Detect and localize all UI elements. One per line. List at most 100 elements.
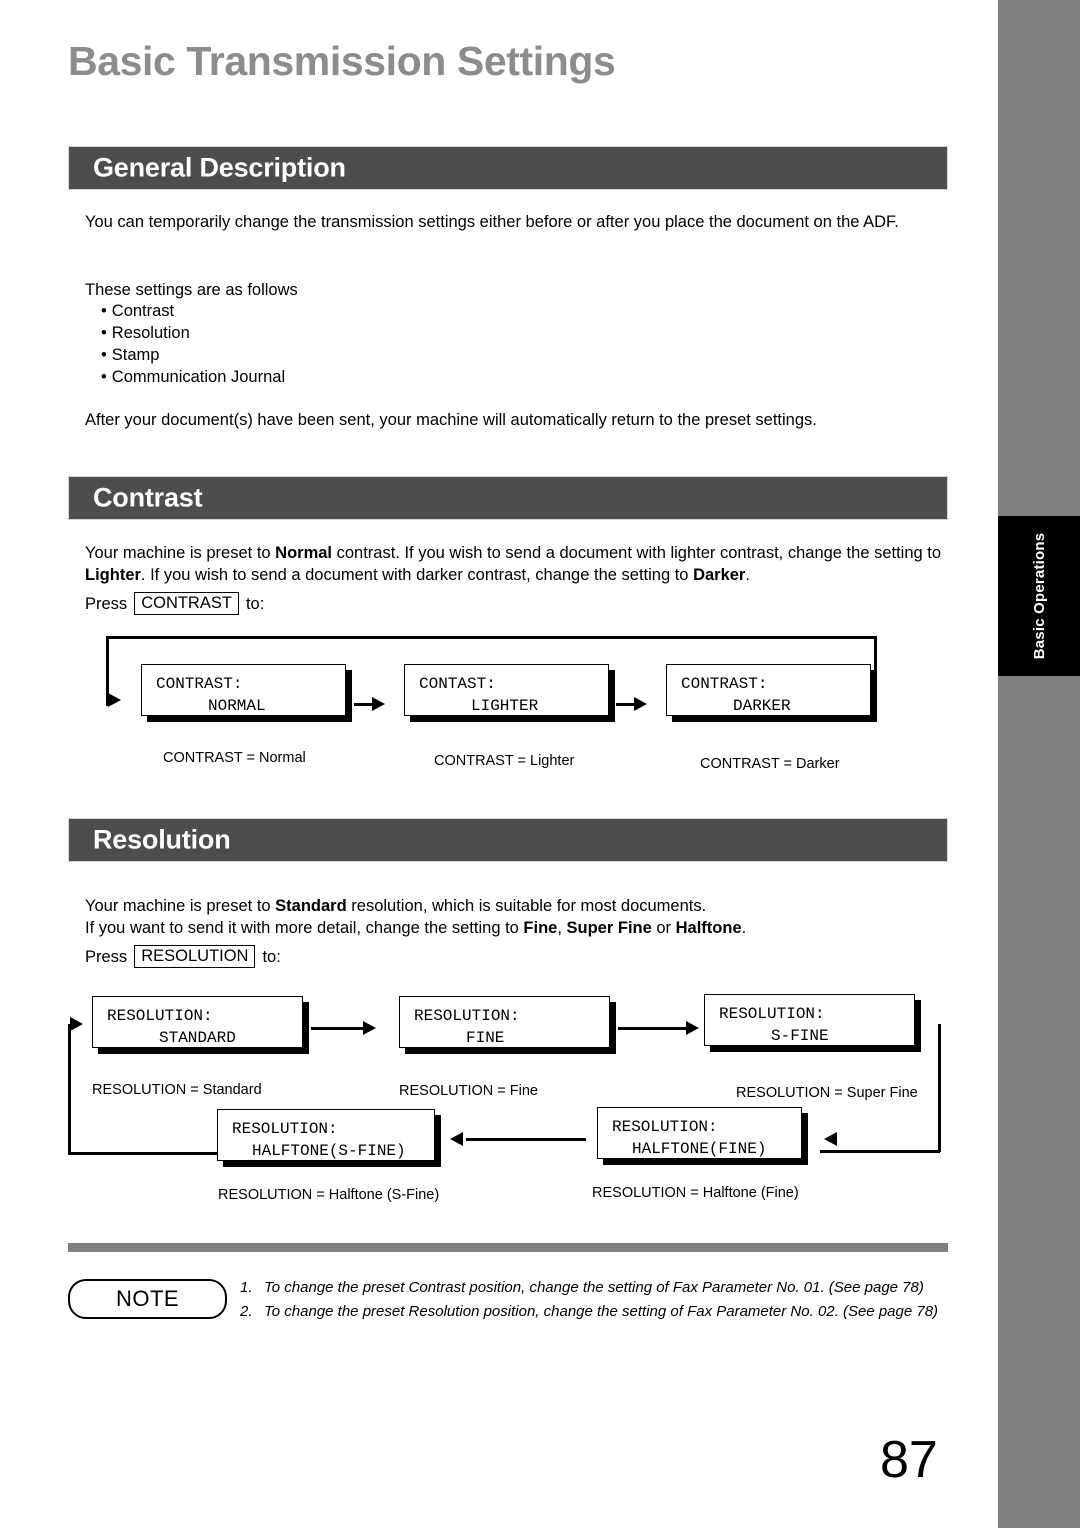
lcd-line-2: LIGHTER bbox=[471, 697, 539, 715]
resolution-press-instruction: Press RESOLUTION to: bbox=[85, 945, 281, 968]
lcd-line-2: S-FINE bbox=[771, 1027, 829, 1045]
resolution-intro-halftone: Halftone bbox=[675, 919, 742, 937]
caption-resolution-halftone-sfine: RESOLUTION = Halftone (S-Fine) bbox=[218, 1187, 440, 1203]
general-description-paragraph-2: These settings are as follows bbox=[85, 281, 298, 299]
side-tab-label: Basic Operations bbox=[1030, 532, 1048, 660]
arrowhead-standard-to-fine bbox=[363, 1021, 376, 1035]
caption-resolution-halftone-fine: RESOLUTION = Halftone (Fine) bbox=[592, 1185, 799, 1201]
section-title-contrast: Contrast bbox=[93, 482, 203, 513]
note-item-number: 1. bbox=[240, 1279, 253, 1296]
caption-resolution-standard: RESOLUTION = Standard bbox=[92, 1082, 262, 1098]
lcd-line-1: RESOLUTION: bbox=[414, 1007, 520, 1025]
lcd-line-2: DARKER bbox=[733, 697, 791, 715]
resolution-flow-diagram: RESOLUTION: STANDARD RESOLUTION = Standa… bbox=[0, 982, 1000, 1212]
connector-lighter-to-darker bbox=[616, 703, 636, 706]
contrast-intro-paragraph: Your machine is preset to Normal contras… bbox=[85, 542, 965, 586]
lcd-contrast-lighter: CONTAST: LIGHTER bbox=[404, 664, 609, 716]
general-description-paragraph-3: After your document(s) have been sent, y… bbox=[85, 411, 817, 429]
contrast-intro-lighter: Lighter bbox=[85, 566, 141, 584]
resolution-intro-j: . bbox=[741, 919, 747, 937]
resolution-intro-a: Your machine is preset to bbox=[85, 897, 276, 915]
lcd-contrast-darker: CONTRAST: DARKER bbox=[666, 664, 871, 716]
resolution-intro-fine: Fine bbox=[523, 919, 558, 937]
page-number: 87 bbox=[880, 1431, 938, 1489]
lcd-resolution-standard: RESOLUTION: STANDARD bbox=[92, 996, 303, 1048]
page-title: Basic Transmission Settings bbox=[68, 38, 616, 84]
resolution-key-button[interactable]: RESOLUTION bbox=[134, 945, 256, 968]
page-edge-strip bbox=[998, 0, 1080, 1528]
lcd-line-1: RESOLUTION: bbox=[719, 1005, 825, 1023]
general-description-paragraph-1: You can temporarily change the transmiss… bbox=[85, 213, 899, 231]
loop-line-bottom-right bbox=[820, 1150, 940, 1153]
caption-resolution-super-fine: RESOLUTION = Super Fine bbox=[736, 1085, 918, 1101]
note-item: 1. To change the preset Contrast positio… bbox=[240, 1278, 952, 1298]
note-item-text: To change the preset Resolution position… bbox=[264, 1303, 939, 1320]
lcd-resolution-halftone-fine: RESOLUTION: HALFTONE(FINE) bbox=[597, 1107, 802, 1159]
note-badge: NOTE bbox=[68, 1279, 227, 1319]
connector-halftonefine-to-halftonesfine bbox=[466, 1138, 586, 1141]
note-list: 1. To change the preset Contrast positio… bbox=[240, 1278, 952, 1326]
press-prefix-label: Press bbox=[85, 594, 128, 613]
note-item-text: To change the preset Contrast position, … bbox=[264, 1279, 924, 1296]
contrast-intro-g: . bbox=[745, 566, 750, 584]
lcd-line-1: RESOLUTION: bbox=[107, 1007, 213, 1025]
loop-line-right bbox=[938, 1024, 941, 1152]
resolution-intro-h: or bbox=[651, 919, 676, 937]
loop-line-right bbox=[874, 636, 877, 708]
contrast-key-button[interactable]: CONTRAST bbox=[134, 592, 239, 615]
note-item-number: 2. bbox=[240, 1303, 253, 1320]
general-description-bullet-list: Contrast Resolution Stamp Communication … bbox=[101, 300, 285, 388]
arrowhead-to-halftone-fine bbox=[824, 1132, 837, 1146]
list-item: Resolution bbox=[101, 322, 285, 344]
connector-fine-to-sfine bbox=[618, 1027, 688, 1030]
lcd-resolution-halftone-sfine: RESOLUTION: HALFTONE(S-FINE) bbox=[217, 1109, 435, 1161]
caption-contrast-lighter: CONTRAST = Lighter bbox=[434, 753, 575, 769]
loop-arrowhead-into-standard bbox=[70, 1017, 83, 1031]
resolution-intro-d: If you want to send it with more detail,… bbox=[85, 919, 524, 937]
loop-line-left bbox=[68, 1024, 71, 1154]
arrowhead-fine-to-sfine bbox=[686, 1021, 699, 1035]
press-suffix-label: to: bbox=[245, 594, 265, 613]
section-title-general-description: General Description bbox=[93, 152, 346, 183]
connector-standard-to-fine bbox=[311, 1027, 365, 1030]
press-prefix-label: Press bbox=[85, 947, 128, 966]
lcd-line-1: RESOLUTION: bbox=[612, 1118, 718, 1136]
arrowhead-to-halftone-sfine bbox=[450, 1132, 463, 1146]
lcd-resolution-fine: RESOLUTION: FINE bbox=[399, 996, 610, 1048]
section-header-contrast: Contrast bbox=[68, 476, 948, 520]
resolution-intro-paragraph: Your machine is preset to Standard resol… bbox=[85, 895, 965, 939]
lcd-line-1: CONTRAST: bbox=[156, 675, 243, 693]
loop-line-top bbox=[106, 636, 876, 639]
list-item: Communication Journal bbox=[101, 366, 285, 388]
list-item: Stamp bbox=[101, 344, 285, 366]
contrast-intro-c: contrast. If you wish to send a document… bbox=[332, 544, 942, 562]
resolution-intro-super-fine: Super Fine bbox=[566, 919, 652, 937]
lcd-line-2: HALFTONE(FINE) bbox=[632, 1140, 767, 1158]
contrast-intro-darker: Darker bbox=[693, 566, 746, 584]
contrast-intro-normal: Normal bbox=[275, 544, 333, 562]
resolution-intro-standard: Standard bbox=[275, 897, 347, 915]
contrast-intro-a: Your machine is preset to bbox=[85, 544, 276, 562]
lcd-line-1: CONTRAST: bbox=[681, 675, 768, 693]
contrast-press-instruction: Press CONTRAST to: bbox=[85, 592, 264, 615]
section-header-resolution: Resolution bbox=[68, 818, 948, 862]
resolution-intro-c: resolution, which is suitable for most d… bbox=[346, 897, 707, 915]
side-tab-basic-operations: Basic Operations bbox=[998, 516, 1080, 676]
list-item: Contrast bbox=[101, 300, 285, 322]
note-item: 2. To change the preset Resolution posit… bbox=[240, 1302, 952, 1322]
loop-arrowhead-into-first bbox=[108, 693, 121, 707]
lcd-line-1: RESOLUTION: bbox=[232, 1120, 338, 1138]
lcd-contrast-normal: CONTRAST: NORMAL bbox=[141, 664, 346, 716]
lcd-line-2: HALFTONE(S-FINE) bbox=[252, 1142, 406, 1160]
connector-normal-to-lighter bbox=[354, 703, 374, 706]
contrast-intro-e: . If you wish to send a document with da… bbox=[140, 566, 694, 584]
lcd-line-2: STANDARD bbox=[159, 1029, 236, 1047]
lcd-line-2: NORMAL bbox=[208, 697, 266, 715]
section-title-resolution: Resolution bbox=[93, 824, 231, 855]
lcd-line-2: FINE bbox=[466, 1029, 505, 1047]
section-header-general-description: General Description bbox=[68, 146, 948, 190]
resolution-intro-f: , bbox=[557, 919, 567, 937]
note-separator-rule bbox=[68, 1243, 948, 1252]
lcd-resolution-sfine: RESOLUTION: S-FINE bbox=[704, 994, 915, 1046]
caption-resolution-fine: RESOLUTION = Fine bbox=[399, 1083, 538, 1099]
